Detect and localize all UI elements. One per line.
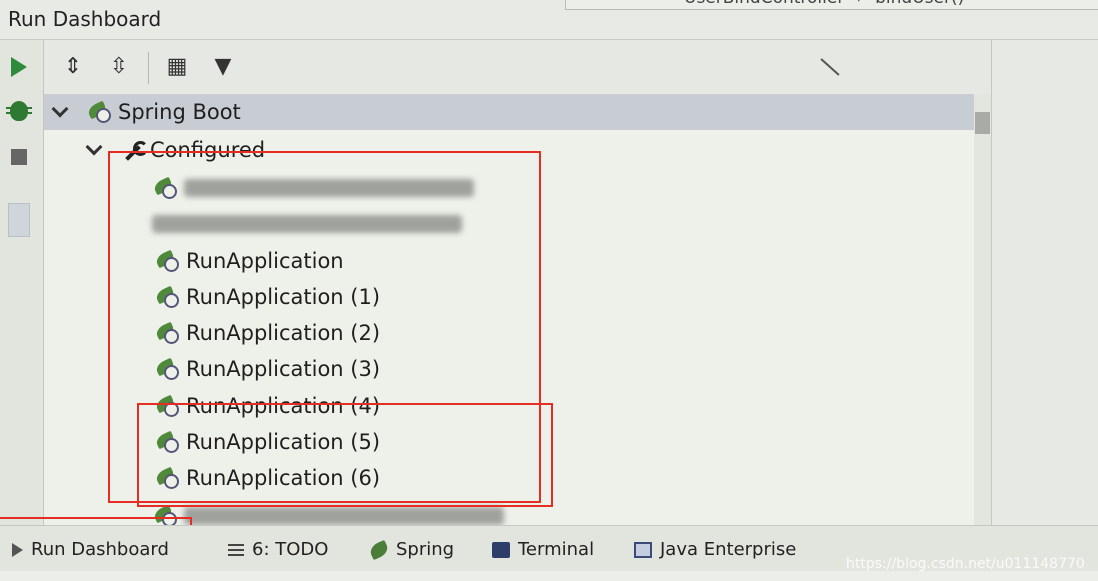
tree-node-spring-boot[interactable]: Spring Boot — [44, 94, 991, 130]
breadcrumb-item[interactable]: bindUser() — [875, 0, 964, 8]
expand-all-button[interactable]: ⇕ — [60, 52, 86, 80]
debug-button[interactable] — [6, 98, 32, 124]
collapse-all-button[interactable]: ⇳ — [106, 52, 132, 80]
tab-label: 6: TODO — [252, 539, 329, 560]
highlight-box — [137, 403, 553, 507]
breadcrumb: UserBindController › bindUser() — [565, 0, 1098, 10]
scrollbar-thumb[interactable] — [975, 112, 990, 134]
tab-label: Spring — [396, 539, 455, 560]
spring-boot-icon — [86, 100, 114, 123]
play-icon — [11, 57, 27, 77]
tool-window-bar: Run Dashboard 6: TODO Spring Terminal Ja… — [0, 525, 1098, 572]
breadcrumb-separator-icon: › — [856, 0, 863, 8]
panel-divider — [820, 58, 840, 76]
tab-run-dashboard[interactable]: Run Dashboard — [12, 539, 169, 560]
expand-all-icon: ⇕ — [63, 53, 83, 79]
bug-icon — [6, 101, 32, 121]
tree-toolbar: ⇕ ⇳ ▦ ▼ — [44, 40, 991, 94]
tree-node-label: Spring Boot — [118, 100, 241, 124]
tab-spring[interactable]: Spring — [367, 539, 455, 560]
run-icon — [12, 542, 23, 557]
filter-icon: ▼ — [214, 53, 232, 79]
tab-label: Terminal — [518, 539, 595, 560]
tab-label: Run Dashboard — [31, 539, 169, 560]
filter-button[interactable]: ▼ — [210, 52, 236, 80]
tool-window-header: Run Dashboard UserBindController › bindUse… — [0, 0, 1098, 40]
layout-icon — [8, 203, 30, 237]
java-enterprise-icon — [634, 541, 652, 558]
run-actions-strip — [0, 40, 44, 525]
layout-button[interactable] — [6, 200, 32, 240]
tab-terminal[interactable]: Terminal — [492, 539, 594, 560]
status-line — [0, 571, 1098, 581]
tab-java-enterprise[interactable]: Java Enterprise — [634, 539, 796, 560]
terminal-icon — [492, 541, 510, 558]
details-panel — [991, 40, 1098, 525]
tab-label: Java Enterprise — [660, 539, 797, 560]
chevron-down-icon[interactable] — [85, 138, 103, 156]
stop-button[interactable] — [6, 144, 32, 170]
watermark: https://blog.csdn.net/u011148770 — [846, 556, 1085, 572]
tool-window-title: Run Dashboard — [8, 7, 162, 31]
tab-todo[interactable]: 6: TODO — [228, 539, 328, 560]
group-icon: ▦ — [166, 53, 188, 79]
breadcrumb-item[interactable]: UserBindController — [684, 0, 844, 8]
toolbar-divider — [148, 52, 149, 84]
group-by-button[interactable]: ▦ — [164, 52, 190, 80]
vertical-scrollbar[interactable] — [974, 94, 991, 525]
spring-icon — [367, 539, 391, 560]
obscured-label — [184, 507, 504, 525]
run-button[interactable] — [6, 54, 32, 80]
stop-icon — [11, 149, 27, 165]
todo-icon — [228, 543, 244, 556]
chevron-down-icon[interactable] — [51, 100, 69, 118]
collapse-all-icon: ⇳ — [109, 53, 129, 79]
